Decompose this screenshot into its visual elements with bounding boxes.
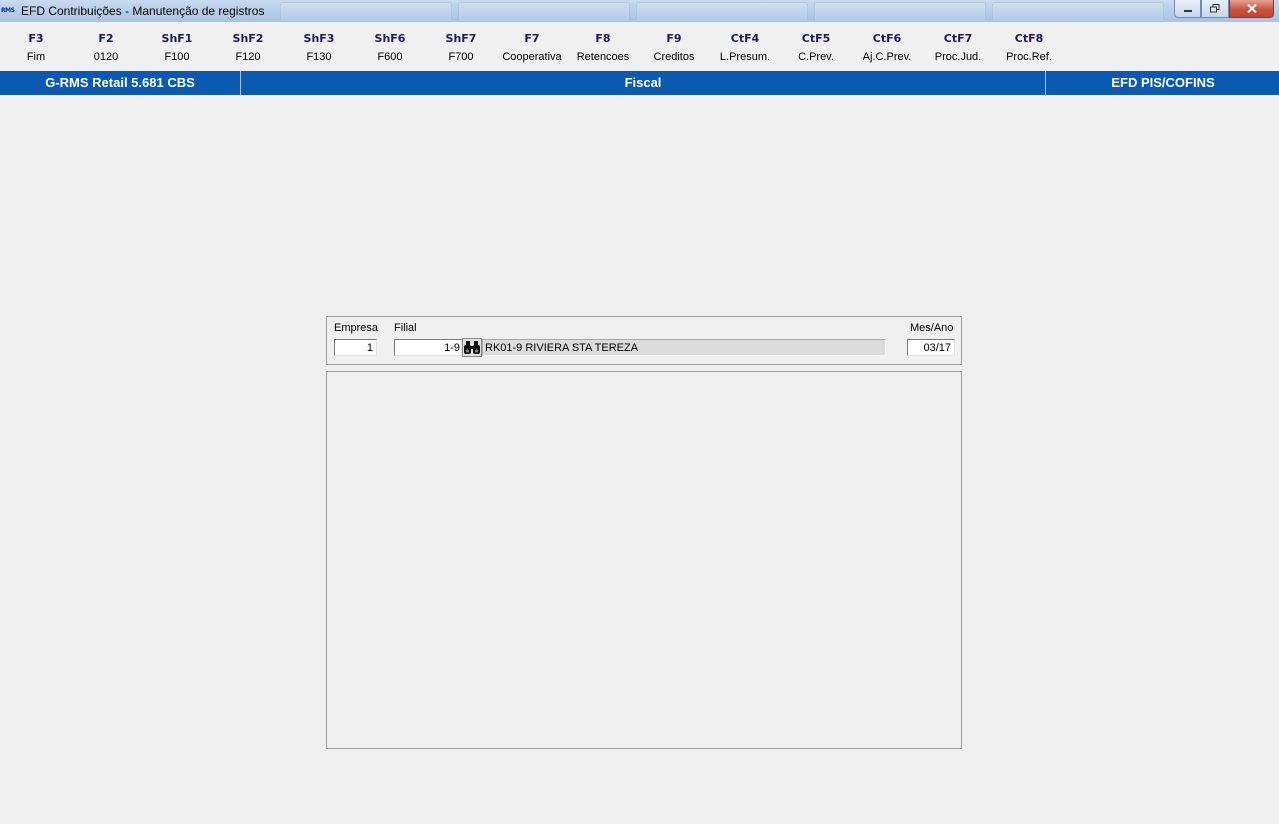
fkey-label: F600 — [377, 51, 403, 63]
fkey-button-shf2[interactable]: ShF2 F120 — [212, 32, 284, 63]
mesano-field[interactable]: 03/17 — [907, 339, 955, 356]
app-icon: RMS — [1, 7, 15, 14]
minimize-icon — [1183, 9, 1192, 12]
fkey-key: F8 — [595, 32, 611, 45]
fkey-button-shf7[interactable]: ShF7 F700 — [425, 32, 497, 63]
fkey-label: 0120 — [93, 51, 119, 63]
fkey-label: F130 — [306, 51, 332, 63]
fkey-button-ctf8[interactable]: CtF8 Proc.Ref. — [993, 32, 1065, 63]
fkey-button-ctf6[interactable]: CtF6 Aj.C.Prev. — [851, 32, 923, 63]
system-version-label: G-RMS Retail 5.681 CBS — [0, 71, 241, 95]
fkey-key: CtF6 — [872, 32, 902, 45]
filter-panel: Empresa 1 Filial 1-9 RK01-9 RIVIERA STA … — [326, 316, 962, 365]
module-label: Fiscal — [624, 75, 662, 90]
fkey-label: F120 — [235, 51, 261, 63]
filial-label: Filial — [394, 322, 417, 334]
fkey-key: ShF6 — [374, 32, 406, 45]
fkey-button-ctf7[interactable]: CtF7 Proc.Jud. — [922, 32, 994, 63]
fkey-key: F7 — [524, 32, 540, 45]
screen-label: EFD PIS/COFINS — [1045, 71, 1279, 95]
fkey-label: Proc.Ref. — [1006, 51, 1052, 63]
fkey-label: L.Presum. — [719, 51, 771, 63]
fkey-button-shf3[interactable]: ShF3 F130 — [283, 32, 355, 63]
filial-description: RK01-9 RIVIERA STA TEREZA — [482, 339, 886, 356]
fkey-key: CtF4 — [730, 32, 760, 45]
fkey-button-f7[interactable]: F7 Cooperativa — [496, 32, 568, 63]
fkey-label: Fim — [26, 51, 46, 63]
empresa-label: Empresa — [334, 322, 379, 334]
fkey-label: F700 — [448, 51, 474, 63]
window-controls — [1174, 0, 1274, 18]
fkey-button-shf6[interactable]: ShF6 F600 — [354, 32, 426, 63]
fkey-key: ShF7 — [445, 32, 477, 45]
fkey-label: Creditos — [653, 51, 695, 63]
binoculars-icon — [464, 341, 480, 354]
fkey-label: F100 — [164, 51, 190, 63]
fkey-label: Retencoes — [576, 51, 630, 63]
fkey-key: F3 — [28, 32, 44, 45]
fkey-key: ShF1 — [161, 32, 193, 45]
fkey-key: CtF8 — [1014, 32, 1044, 45]
fkey-button-f3[interactable]: F3 Fim — [0, 32, 72, 63]
close-button[interactable] — [1229, 0, 1274, 18]
minimize-button[interactable] — [1174, 0, 1201, 18]
fkey-key: F2 — [98, 32, 114, 45]
empresa-field[interactable]: 1 — [334, 339, 377, 356]
fkey-label: Aj.C.Prev. — [862, 51, 912, 63]
records-area — [326, 371, 962, 749]
restore-button[interactable] — [1201, 0, 1229, 18]
fkey-label: C.Prev. — [798, 51, 834, 63]
fkey-key: CtF7 — [943, 32, 973, 45]
fkey-key: ShF2 — [232, 32, 264, 45]
fkey-key: CtF5 — [801, 32, 831, 45]
mesano-label: Mes/Ano — [910, 322, 954, 334]
title-bar: RMS EFD Contribuições - Manutenção de re… — [0, 0, 1279, 22]
fkey-key: ShF3 — [303, 32, 335, 45]
fkey-button-ctf5[interactable]: CtF5 C.Prev. — [780, 32, 852, 63]
module-header-bar: G-RMS Retail 5.681 CBS Fiscal EFD PIS/CO… — [0, 71, 1279, 95]
filial-lookup-button[interactable] — [462, 338, 482, 357]
close-icon — [1246, 4, 1257, 13]
fkey-key: F9 — [666, 32, 682, 45]
fkey-button-f9[interactable]: F9 Creditos — [638, 32, 710, 63]
fkey-button-shf1[interactable]: ShF1 F100 — [141, 32, 213, 63]
background-taskbar-tabs — [280, 2, 1164, 22]
filial-field[interactable]: 1-9 — [394, 339, 462, 356]
fkey-label: Proc.Jud. — [934, 51, 982, 63]
fkey-button-ctf4[interactable]: CtF4 L.Presum. — [709, 32, 781, 63]
window-title: EFD Contribuições - Manutenção de regist… — [21, 4, 265, 18]
fkey-button-f8[interactable]: F8 Retencoes — [567, 32, 639, 63]
restore-icon — [1210, 4, 1220, 13]
fkey-label: Cooperativa — [502, 51, 562, 63]
fkey-button-f2[interactable]: F2 0120 — [70, 32, 142, 63]
